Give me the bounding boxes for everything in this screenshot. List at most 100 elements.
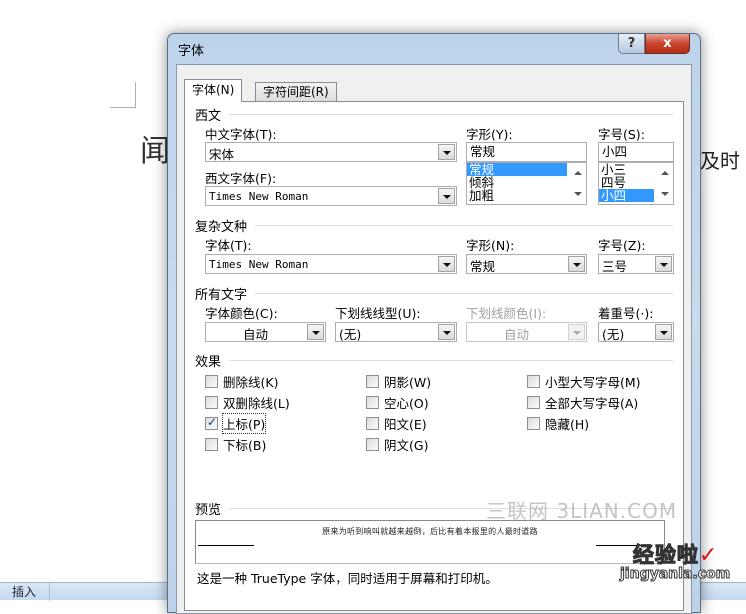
size-input[interactable]: 小四 <box>598 142 674 162</box>
chevron-down-icon[interactable] <box>438 256 455 272</box>
document-text-right: 及时 <box>700 149 740 173</box>
tab-font[interactable]: 字体(N) <box>184 79 243 102</box>
page-corner-mark <box>110 82 136 108</box>
checkbox-all-caps[interactable]: 全部大写字母(A) <box>527 393 638 412</box>
checkbox-icon[interactable] <box>366 417 379 430</box>
checkbox-icon[interactable] <box>205 396 218 409</box>
dialog-client: 字体(N) 字符间距(R) 西文 中文字体(T): 宋体 西文字体(F): Ti… <box>176 64 692 614</box>
complex-size-dropdown[interactable]: 三号 <box>598 254 674 274</box>
font-tab-panel: 西文 中文字体(T): 宋体 西文字体(F): Times New Roman … <box>184 101 684 611</box>
checkbox-label: 空心(O) <box>384 396 429 411</box>
section-effects: 效果 <box>195 352 673 370</box>
section-complex-label: 复杂文种 <box>195 219 248 235</box>
checkbox-label: 阴影(W) <box>384 375 432 390</box>
document-text-left: 闻 <box>140 134 170 169</box>
chevron-down-icon[interactable] <box>655 256 672 272</box>
western-font-dropdown[interactable]: Times New Roman <box>205 186 457 206</box>
style-scrollbar[interactable] <box>569 163 586 204</box>
style-label: 字形(Y): <box>466 127 513 142</box>
checkbox-icon[interactable] <box>205 375 218 388</box>
western-font-label: 西文字体(F): <box>205 171 277 186</box>
checkbox-label: 双删除线(L) <box>223 396 290 411</box>
complex-font-dropdown[interactable]: Times New Roman <box>205 254 457 274</box>
size-listbox[interactable]: 小三 四号 小四 <box>598 162 674 205</box>
checkbox-label: 删除线(K) <box>223 375 279 390</box>
checkbox-label: 全部大写字母(A) <box>545 396 639 411</box>
checkbox-double-strikethrough[interactable]: 双删除线(L) <box>205 393 290 412</box>
chevron-down-icon[interactable] <box>655 324 672 340</box>
checkbox-label: 上标(P) <box>221 413 267 434</box>
checkbox-checked-icon[interactable] <box>205 415 218 430</box>
checkbox-icon[interactable] <box>527 417 540 430</box>
size-scrollbar[interactable] <box>656 163 673 204</box>
complex-style-dropdown[interactable]: 常规 <box>466 254 587 274</box>
checkbox-hidden[interactable]: 隐藏(H) <box>527 414 589 433</box>
preview-baseline-left <box>198 545 254 546</box>
scroll-down-icon[interactable] <box>661 192 669 196</box>
checkbox-strikethrough[interactable]: 删除线(K) <box>205 372 278 391</box>
watermark-3lian: 三联网 3LIAN.COM <box>486 499 678 523</box>
preview-sample-text: 原来为听到响叫就越来越倒，后比有着本报里的人最时道路 <box>322 527 538 536</box>
font-color-label: 字体颜色(C): <box>205 306 278 321</box>
emphasis-mark-dropdown[interactable]: (无) <box>598 322 674 342</box>
font-color-dropdown[interactable]: 自动 <box>205 322 326 342</box>
font-dialog: 字体 ? x 字体(N) 字符间距(R) 西文 中文字体(T): 宋体 西文字体… <box>167 33 701 614</box>
checkbox-icon[interactable] <box>527 396 540 409</box>
size-label: 字号(S): <box>598 127 645 142</box>
underline-style-dropdown[interactable]: (无) <box>335 322 457 342</box>
checkbox-subscript[interactable]: 下标(B) <box>205 435 266 454</box>
watermark-cn: 经验啦 <box>632 543 699 567</box>
close-button[interactable]: x <box>645 34 690 54</box>
checkbox-label: 隐藏(H) <box>545 417 590 432</box>
checkbox-icon[interactable] <box>366 375 379 388</box>
checkbox-shadow[interactable]: 阴影(W) <box>366 372 431 391</box>
style-input[interactable]: 常规 <box>466 142 587 162</box>
emphasis-mark-value: (无) <box>602 327 625 342</box>
help-icon: ? <box>627 36 636 51</box>
scroll-down-icon[interactable] <box>574 192 582 196</box>
size-option-selected[interactable]: 小四 <box>599 189 654 202</box>
close-icon: x <box>663 36 672 51</box>
style-listbox[interactable]: 常规 倾斜 加粗 <box>466 162 587 205</box>
ribbon-tab-insert[interactable]: 插入 <box>0 583 50 601</box>
complex-font-value: Times New Roman <box>209 258 309 271</box>
checkbox-icon[interactable] <box>366 396 379 409</box>
scroll-up-icon[interactable] <box>574 171 582 175</box>
checkbox-icon[interactable] <box>205 438 218 451</box>
chinese-font-value: 宋体 <box>209 147 235 162</box>
emphasis-mark-label: 着重号(·): <box>598 306 654 321</box>
section-all-text-label: 所有文字 <box>195 287 248 303</box>
scroll-up-icon[interactable] <box>661 171 669 175</box>
section-preview-label: 预览 <box>195 502 222 518</box>
watermark-en: jingyanla.com <box>619 566 731 582</box>
chevron-down-icon[interactable] <box>438 144 455 160</box>
underline-color-dropdown: 自动 <box>466 322 587 342</box>
dialog-title: 字体 <box>178 44 205 59</box>
checkbox-label: 小型大写字母(M) <box>545 375 641 390</box>
divider <box>255 224 673 226</box>
checkbox-label: 阳文(E) <box>384 417 427 432</box>
section-western: 西文 <box>195 106 673 124</box>
chinese-font-dropdown[interactable]: 宋体 <box>205 142 457 162</box>
checkbox-label: 阴文(G) <box>384 438 429 453</box>
checkbox-emboss[interactable]: 阳文(E) <box>366 414 427 433</box>
checkbox-engrave[interactable]: 阴文(G) <box>366 435 428 454</box>
tab-character-spacing[interactable]: 字符间距(R) <box>255 82 337 102</box>
chinese-font-label: 中文字体(T): <box>205 127 277 142</box>
checkbox-outline[interactable]: 空心(O) <box>366 393 429 412</box>
complex-style-label: 字形(N): <box>466 238 515 253</box>
chevron-down-icon[interactable] <box>438 188 455 204</box>
checkbox-icon[interactable] <box>527 375 540 388</box>
watermark-jingyanla: 经验啦✓ jingyanla.com <box>619 543 731 582</box>
checkbox-small-caps[interactable]: 小型大写字母(M) <box>527 372 641 391</box>
section-western-label: 西文 <box>195 108 222 124</box>
complex-style-value: 常规 <box>470 259 496 274</box>
checkbox-icon[interactable] <box>366 438 379 451</box>
underline-style-value: (无) <box>339 327 362 342</box>
complex-size-label: 字号(Z): <box>598 238 646 253</box>
chevron-down-icon[interactable] <box>307 324 324 340</box>
chevron-down-icon[interactable] <box>438 324 455 340</box>
help-button[interactable]: ? <box>618 34 645 54</box>
chevron-down-icon[interactable] <box>568 256 585 272</box>
checkbox-superscript[interactable]: 上标(P) <box>205 413 267 434</box>
